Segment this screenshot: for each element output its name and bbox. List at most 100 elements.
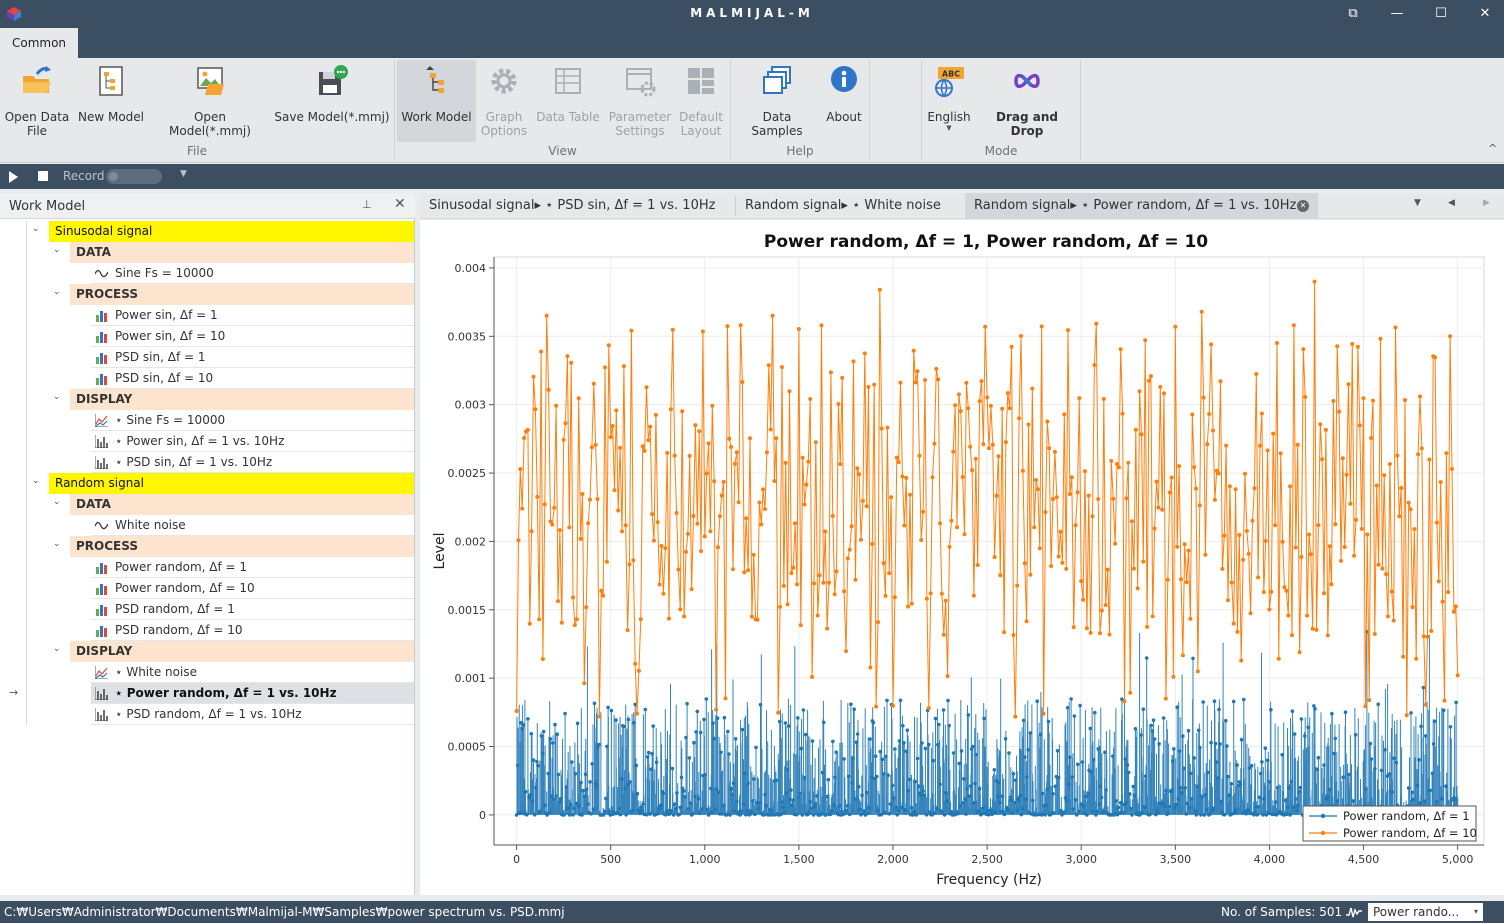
new-model-button[interactable]: New Model [76, 60, 146, 142]
layout-grid-icon [688, 68, 714, 94]
about-label: About [826, 110, 862, 124]
doc-tab-psd-sin[interactable]: Sinusodal signal▸ ⋆ PSD sin, Δf = 1 vs. … [420, 193, 734, 219]
tab-scroll-right-icon[interactable]: ▶ [1483, 198, 1490, 208]
record-toggle[interactable] [106, 169, 162, 184]
graph-options-button[interactable]: Graph Options [478, 60, 530, 142]
work-model-button[interactable]: Work Model [397, 60, 476, 142]
chevron-down-icon[interactable]: ⌄ [53, 287, 61, 297]
tree-label: ⋆ Sine Fs = 10000 [115, 413, 226, 427]
play-icon[interactable] [9, 171, 18, 183]
data-table-button[interactable]: Data Table [535, 60, 601, 142]
bar-chart-icon [96, 353, 107, 364]
series-select[interactable]: Power rando... ▾ [1368, 903, 1483, 921]
tree-item[interactable]: Power random, Δf = 1 [91, 557, 414, 578]
about-button[interactable]: About [822, 60, 866, 142]
tree-item[interactable]: ⋆ Sine Fs = 10000 [91, 410, 414, 431]
ribbon: Open Data File New Model Open Model(*.mm… [0, 58, 1504, 163]
close-icon[interactable]: ✕ [394, 196, 406, 212]
x-tick-label: 4,500 [1348, 853, 1380, 866]
stem-chart-icon [95, 708, 108, 721]
default-layout-button[interactable]: Default Layout [676, 60, 726, 142]
minimize-button[interactable]: — [1382, 3, 1412, 25]
chevron-down-icon[interactable]: ⌄ [53, 392, 61, 402]
tree-item[interactable]: ⋆ PSD random, Δf = 1 vs. 10Hz [91, 704, 414, 725]
group-label-mode: Mode [984, 144, 1018, 158]
close-tab-icon[interactable]: ✕ [1297, 200, 1309, 212]
x-tick-label: 5,000 [1442, 853, 1474, 866]
restore-layout-button[interactable]: ⧉ [1338, 3, 1368, 25]
y-tick-label: 0 [479, 809, 486, 822]
group-label-view: View [548, 144, 577, 158]
tree-item[interactable]: ⋆ PSD sin, Δf = 1 vs. 10Hz [91, 452, 414, 473]
doc-tab-white-noise[interactable]: Random signal▸ ⋆ White noise [736, 193, 964, 219]
tree-item[interactable]: Power sin, Δf = 1 [91, 305, 414, 326]
group-label-file: File [186, 144, 208, 158]
data-samples-button[interactable]: Data Samples [736, 60, 818, 142]
document-tab-strip: Sinusodal signal▸ ⋆ PSD sin, Δf = 1 vs. … [420, 193, 1504, 219]
work-model-icon [425, 66, 444, 93]
bar-chart-icon [96, 626, 107, 637]
chevron-down-icon[interactable]: ⌄ [53, 539, 61, 549]
tree-item[interactable]: ⋆ Power sin, Δf = 1 vs. 10Hz [91, 431, 414, 452]
tree-section[interactable]: DISPLAY [70, 389, 414, 410]
tree-section[interactable]: PROCESS [70, 284, 414, 305]
open-model-button[interactable]: Open Model(*.mmj) [152, 60, 268, 142]
save-model-button[interactable]: Save Model(*.mmj) [274, 60, 390, 142]
tree-section[interactable]: DISPLAY [70, 641, 414, 662]
tree-label: DATA [76, 497, 111, 511]
chevron-down-icon[interactable]: ⌄ [32, 224, 40, 234]
parameter-settings-label: Parameter Settings [608, 110, 672, 138]
tree-item[interactable]: Power random, Δf = 10 [91, 578, 414, 599]
chevron-down-icon[interactable]: ⌄ [32, 476, 40, 486]
tree-item[interactable]: Sine Fs = 10000 [91, 263, 414, 284]
drag-and-drop-label: Drag and Drop [996, 110, 1058, 138]
tree-item[interactable]: ⋆ White noise [91, 662, 414, 683]
tree-label: Sine Fs = 10000 [115, 266, 214, 280]
chevron-down-icon[interactable]: ⌄ [53, 245, 61, 255]
close-window-button[interactable]: ✕ [1470, 3, 1500, 25]
tree-label: Power random, Δf = 1 [115, 560, 248, 574]
power-random-chart[interactable]: Power random, Δf = 1, Power random, Δf =… [420, 220, 1504, 895]
stem-chart-icon [95, 456, 108, 469]
bar-chart-icon [96, 311, 107, 322]
tree-label: Sinusodal signal [55, 224, 153, 238]
open-data-file-button[interactable]: Open Data File [4, 60, 70, 142]
tree-group[interactable]: Random signal [49, 473, 414, 494]
chevron-down-icon[interactable]: ⌄ [53, 644, 61, 654]
tree-item[interactable]: Power sin, Δf = 10 [91, 326, 414, 347]
work-model-title: Work Model [9, 199, 86, 214]
tab-scroll-left-icon[interactable]: ◀ [1448, 198, 1455, 208]
tree-item[interactable]: ⋆ Power random, Δf = 1 vs. 10Hz [91, 683, 414, 704]
group-label-help: Help [786, 144, 814, 158]
tab-list-dropdown-icon[interactable]: ▼ [1414, 198, 1421, 208]
drag-and-drop-button[interactable]: Drag and Drop [978, 60, 1076, 142]
english-label: English [927, 110, 971, 124]
chevron-down-icon[interactable]: ⌄ [53, 497, 61, 507]
ribbon-tab-strip: Common [0, 28, 1504, 58]
pin-icon[interactable]: ⊥ [362, 198, 372, 211]
collapse-ribbon-button[interactable]: ^ [1488, 142, 1497, 155]
tab-common[interactable]: Common [0, 28, 78, 58]
tree-label: PSD sin, Δf = 1 [115, 350, 206, 364]
maximize-button[interactable]: ☐ [1426, 3, 1456, 25]
doc-tab-power-random[interactable]: Random signal▸ ⋆ Power random, Δf = 1 vs… [965, 193, 1318, 219]
tree-label: PSD sin, Δf = 10 [115, 371, 214, 385]
default-layout-label: Default Layout [679, 110, 723, 138]
tree-item[interactable]: PSD random, Δf = 1 [91, 599, 414, 620]
work-model-panel: Work Model ⊥ ✕ ⌄ Sinusodal signal ⌄ DATA Sin… [0, 193, 415, 895]
tree-item[interactable]: PSD random, Δf = 10 [91, 620, 414, 641]
tree-section[interactable]: PROCESS [70, 536, 414, 557]
parameter-settings-button[interactable]: Parameter Settings [606, 60, 674, 142]
tree-item[interactable]: White noise [91, 515, 414, 536]
tree-label: DATA [76, 245, 111, 259]
tree-group[interactable]: Sinusodal signal [49, 221, 414, 242]
language-english-button[interactable]: ABC English ▼ [924, 60, 974, 142]
record-options-dropdown[interactable]: ▼ [180, 169, 187, 179]
chart-panel: Power random, Δf = 1, Power random, Δf =… [420, 220, 1504, 895]
tree-section[interactable]: DATA [70, 242, 414, 263]
tree-item[interactable]: PSD sin, Δf = 1 [91, 347, 414, 368]
stop-icon[interactable] [38, 171, 48, 181]
doc-tab-label: Random signal▸ ⋆ Power random, Δf = 1 vs… [974, 198, 1297, 213]
tree-item[interactable]: PSD sin, Δf = 10 [91, 368, 414, 389]
tree-section[interactable]: DATA [70, 494, 414, 515]
